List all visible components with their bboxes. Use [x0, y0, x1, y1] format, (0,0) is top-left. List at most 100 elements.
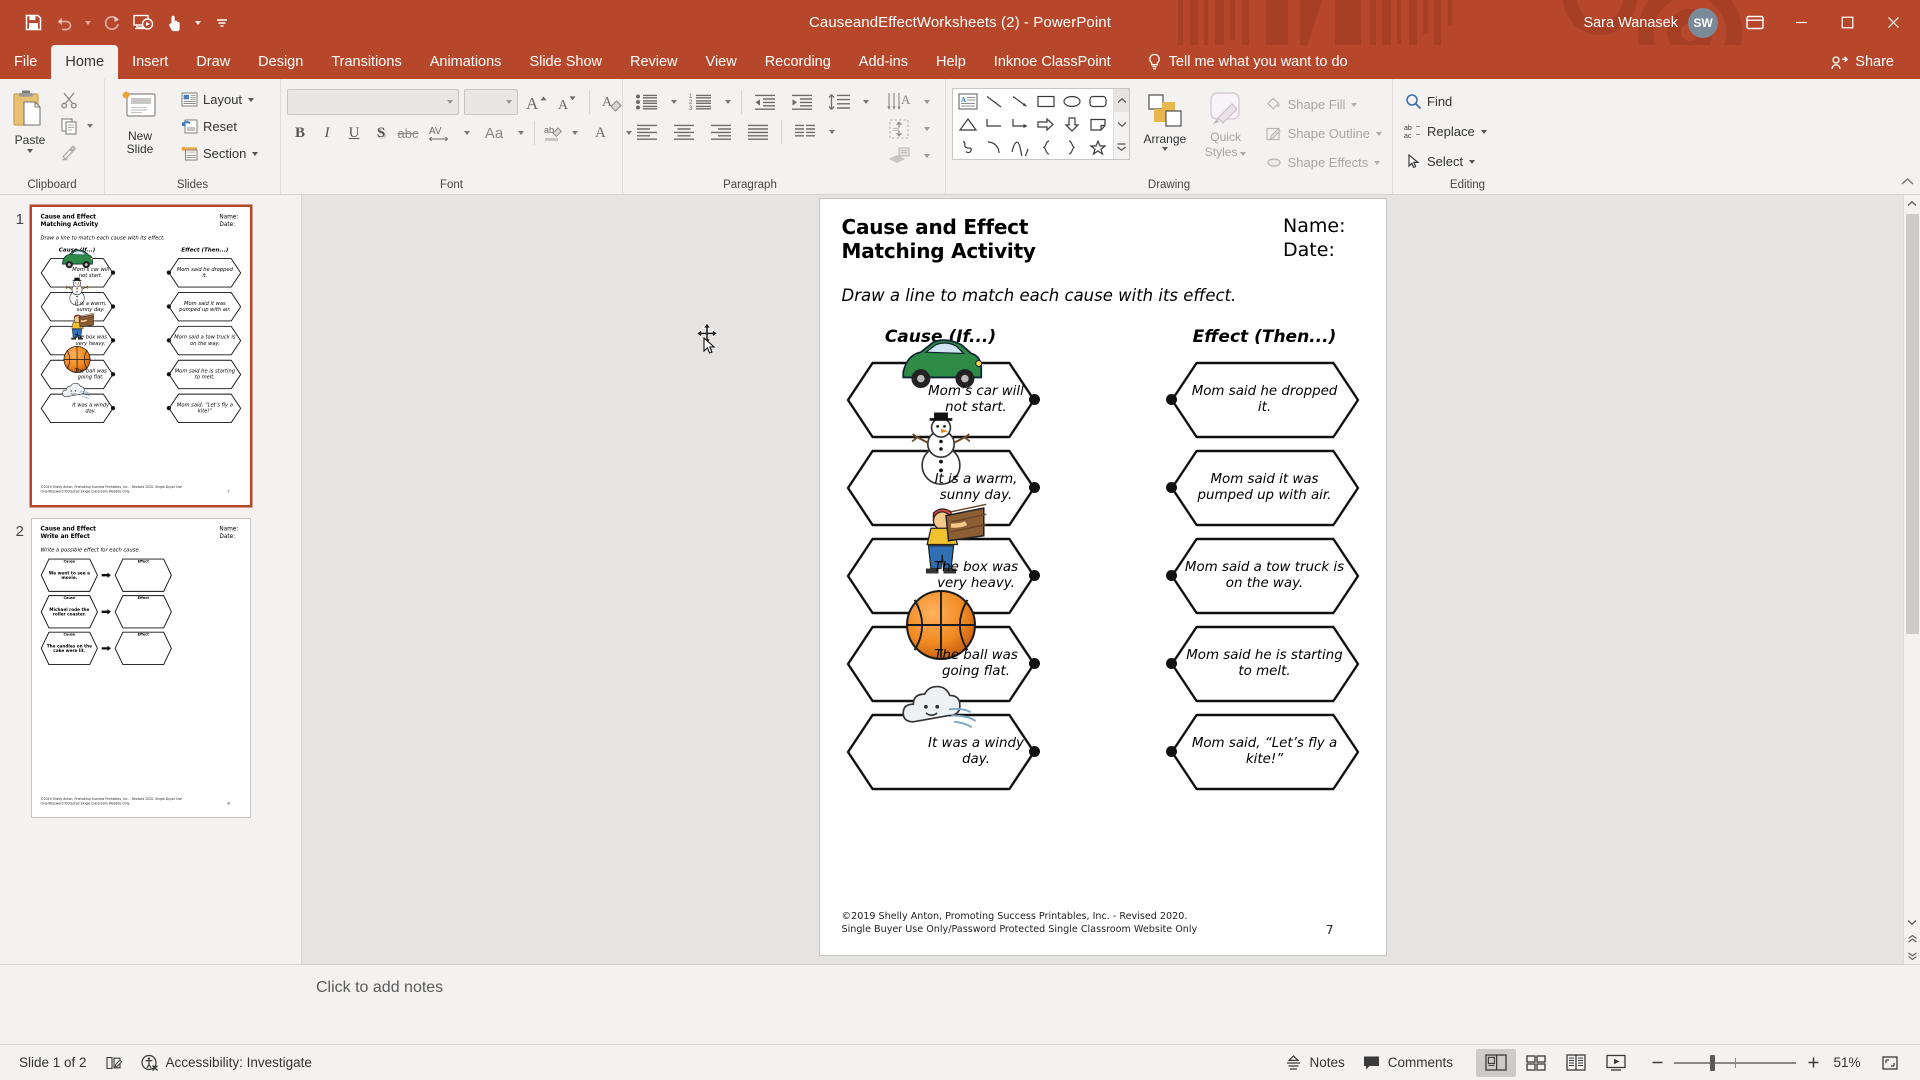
underline-button[interactable]: U	[341, 120, 367, 146]
align-text-button[interactable]	[883, 116, 919, 142]
align-right-button[interactable]	[703, 119, 739, 145]
new-slide-button[interactable]: New Slide	[111, 85, 169, 156]
slide-indicator[interactable]: Slide 1 of 2	[10, 1051, 96, 1074]
shape-rounded-rectangle[interactable]	[1085, 90, 1111, 113]
connector-dot[interactable]	[1165, 658, 1177, 670]
shape-effects-button[interactable]: Shape Effects	[1260, 150, 1386, 175]
tab-recording[interactable]: Recording	[751, 45, 845, 79]
thumbnail-row-2[interactable]: 2 Cause and Effect Write an Effect Name:…	[0, 519, 301, 831]
arrange-dropdown-icon[interactable]	[1161, 147, 1168, 151]
minimize-button[interactable]	[1778, 0, 1824, 45]
tab-inknoe-classpoint[interactable]: Inknoe ClassPoint	[980, 45, 1125, 79]
shape-star[interactable]	[1085, 136, 1111, 159]
numbering-button[interactable]: 1 2 3	[683, 89, 719, 115]
tab-animations[interactable]: Animations	[416, 45, 516, 79]
strikethrough-button[interactable]: abc	[395, 120, 421, 146]
fit-to-window-button[interactable]	[1870, 1049, 1910, 1077]
close-button[interactable]	[1870, 0, 1916, 45]
connector-dot[interactable]	[1028, 658, 1040, 670]
format-painter-button[interactable]	[56, 139, 82, 165]
text-direction-button[interactable]: A	[883, 89, 919, 115]
tab-insert[interactable]: Insert	[118, 45, 182, 79]
shape-line-arrow[interactable]	[1007, 90, 1033, 113]
shape-fill-dropdown-icon[interactable]	[1351, 102, 1358, 107]
shape-triangle[interactable]	[955, 113, 981, 136]
decrease-font-size-button[interactable]: A	[554, 89, 580, 115]
cause-effect-row[interactable]: Cause We went to see a movie. Effect	[40, 558, 241, 592]
font-size-input[interactable]	[464, 89, 518, 115]
cause-box[interactable]: Cause Michael rode the roller coaster.	[40, 595, 98, 629]
shape-elbow-arrow-connector[interactable]	[1007, 113, 1033, 136]
connector-dot[interactable]	[1028, 570, 1040, 582]
decrease-indent-button[interactable]	[747, 89, 783, 115]
line-spacing-button[interactable]	[821, 89, 857, 115]
line-spacing-dropdown[interactable]	[858, 89, 874, 115]
scrollbar-thumb[interactable]	[1905, 214, 1919, 634]
layout-button[interactable]: Layout	[175, 87, 262, 112]
avatar[interactable]: SW	[1688, 7, 1718, 38]
paste-dropdown-icon[interactable]	[27, 149, 33, 153]
layout-dropdown-icon[interactable]	[248, 97, 255, 102]
tab-view[interactable]: View	[692, 45, 751, 79]
redo-button[interactable]	[97, 8, 127, 38]
cause-effect-row[interactable]: Cause Michael rode the roller coaster. Eff…	[40, 595, 241, 629]
zoom-out-button[interactable]	[1646, 1052, 1668, 1074]
convert-to-smartart-button[interactable]	[883, 143, 919, 169]
notes-button[interactable]: Notes	[1276, 1051, 1353, 1074]
cause-box[interactable]: Cause The candles on the cake were lit.	[40, 631, 98, 665]
thumbnail-row-1[interactable]: 1 Cause and Effect Matching Activity Nam…	[0, 207, 301, 519]
connector-dot[interactable]	[1028, 746, 1040, 758]
shape-curve[interactable]	[1007, 136, 1033, 159]
effect-card[interactable]: Mom said a tow truck is on the way.	[1165, 537, 1360, 615]
shape-left-brace[interactable]	[1033, 136, 1059, 159]
replace-dropdown-icon[interactable]	[1480, 129, 1487, 134]
slide-thumbnail-pane[interactable]: 1 Cause and Effect Matching Activity Nam…	[0, 195, 302, 964]
zoom-slider[interactable]	[1674, 1054, 1796, 1071]
shape-down-arrow[interactable]	[1059, 113, 1085, 136]
quick-styles-button[interactable]: Quick Styles	[1200, 88, 1252, 159]
select-dropdown-icon[interactable]	[1469, 159, 1476, 164]
tab-file[interactable]: File	[0, 45, 52, 79]
shape-text-box[interactable]: A	[955, 90, 981, 113]
text-highlight-button[interactable]: ab	[540, 120, 566, 146]
zoom-slider-handle[interactable]	[1710, 1054, 1715, 1071]
effect-box[interactable]: Effect	[114, 595, 172, 629]
reset-button[interactable]: Reset	[175, 114, 262, 139]
shape-fill-button[interactable]: Shape Fill	[1260, 92, 1386, 117]
shape-effects-dropdown-icon[interactable]	[1374, 160, 1381, 165]
shapes-gallery-scrollbar[interactable]	[1113, 89, 1129, 159]
select-button[interactable]: Select	[1399, 149, 1491, 174]
shapes-gallery[interactable]: A	[952, 88, 1130, 160]
connector-dot[interactable]	[1165, 394, 1177, 406]
scroll-up-button[interactable]	[1903, 195, 1920, 212]
align-text-dropdown[interactable]	[919, 117, 935, 141]
shape-right-brace[interactable]	[1059, 136, 1085, 159]
slide-thumbnail-2[interactable]: Cause and Effect Write an Effect Name: D…	[32, 519, 250, 817]
text-direction-dropdown[interactable]	[919, 90, 935, 114]
tab-slide-show[interactable]: Slide Show	[515, 45, 616, 79]
zoom-level[interactable]: 51%	[1824, 1051, 1870, 1074]
copy-dropdown[interactable]	[82, 114, 98, 138]
align-left-button[interactable]	[629, 119, 665, 145]
columns-dropdown[interactable]	[824, 119, 840, 145]
undo-button[interactable]	[49, 8, 79, 38]
shape-right-arrow[interactable]	[1033, 113, 1059, 136]
change-case-dropdown[interactable]	[513, 120, 529, 146]
section-button[interactable]: Section	[175, 141, 262, 166]
effect-box[interactable]: Effect	[114, 631, 172, 665]
character-spacing-dropdown[interactable]	[459, 120, 475, 146]
connector-dot[interactable]	[110, 304, 116, 309]
increase-indent-button[interactable]	[784, 89, 820, 115]
scrollbar-track[interactable]	[1903, 212, 1920, 913]
start-presentation-button[interactable]	[128, 8, 158, 38]
italic-button[interactable]: I	[314, 120, 340, 146]
bullets-button[interactable]	[629, 89, 665, 115]
connector-dot[interactable]	[1165, 746, 1177, 758]
numbering-dropdown[interactable]	[720, 89, 736, 115]
tell-me-search[interactable]: Tell me what you want to do	[1147, 45, 1348, 79]
paste-button[interactable]: Paste	[6, 85, 54, 153]
shape-line[interactable]	[981, 90, 1007, 113]
zoom-in-button[interactable]	[1802, 1052, 1824, 1074]
effect-card[interactable]: Mom said he is starting to melt.	[1165, 625, 1360, 703]
connector-dot[interactable]	[110, 372, 116, 377]
